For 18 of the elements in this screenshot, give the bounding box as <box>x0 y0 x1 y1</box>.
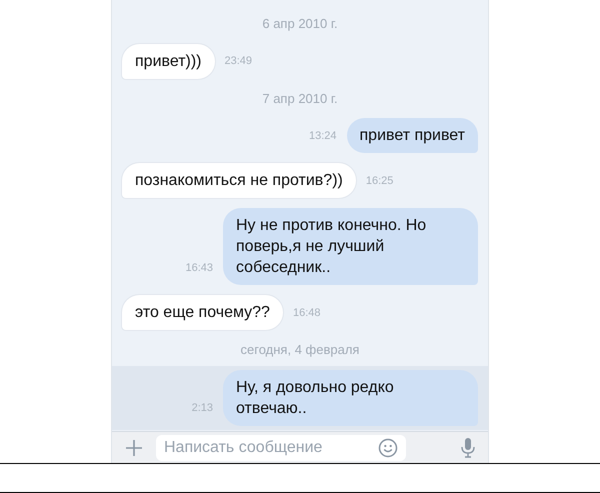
message-field[interactable]: Написать сообщение <box>156 434 406 460</box>
date-separator: 6 апр 2010 г. <box>262 15 338 33</box>
message-time: 23:49 <box>224 54 252 69</box>
message-bubble: привет привет <box>346 118 478 153</box>
message-bubble: познакомиться не против?)) <box>122 163 356 198</box>
message-time: 16:25 <box>366 174 394 188</box>
microphone-icon[interactable] <box>460 436 476 458</box>
message-bubble: Ну, я довольно редко отвечаю.. <box>223 370 478 426</box>
message-bubble: это еще почему?? <box>122 295 283 330</box>
message-time: 16:43 <box>185 260 213 276</box>
date-separator: 7 апр 2010 г. <box>262 90 338 108</box>
date-separator: сегодня, 4 февраля <box>240 341 360 359</box>
message-time: 13:24 <box>308 128 337 144</box>
message-bubble: Ну не против конечно. Но поверь,я не лучший собеседник.. <box>223 208 478 285</box>
smiley-icon[interactable] <box>378 438 398 458</box>
plus-icon[interactable] <box>124 438 144 458</box>
message-bubble: привет))) <box>122 44 214 78</box>
message-time: 16:48 <box>292 306 320 320</box>
